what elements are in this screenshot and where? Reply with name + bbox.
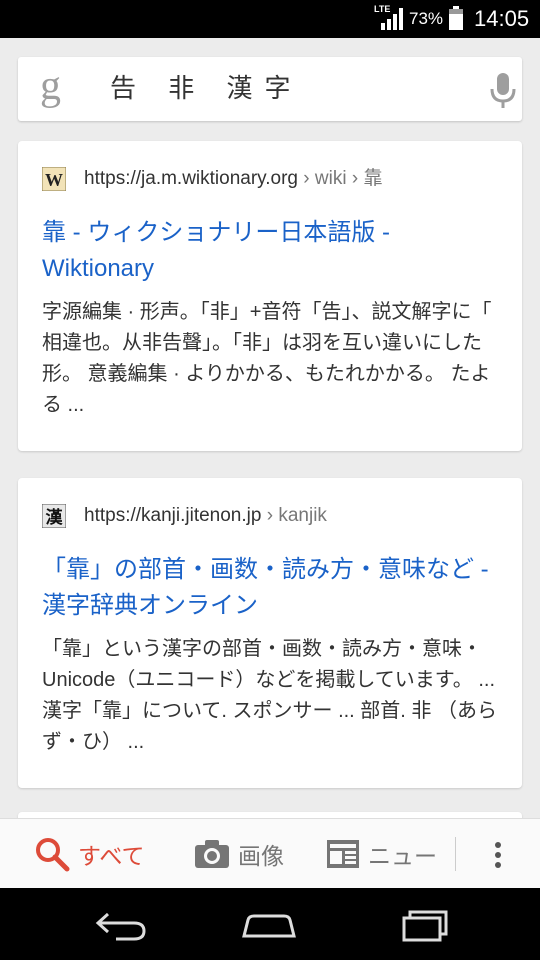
mic-icon[interactable] [488, 71, 518, 111]
google-g-icon[interactable]: g [40, 65, 61, 107]
kanji-favicon-icon: 漢 [42, 504, 66, 528]
battery-percent: 73% [409, 9, 444, 28]
battery-icon [449, 6, 463, 30]
wikipedia-w-icon: W [42, 167, 66, 191]
search-box[interactable]: g 告 非 漢字 [18, 57, 522, 121]
result-snippet: 字源編集 · 形声。「非」+音符「告」、説文解字に「 相違也。从非告聲」。「非」… [42, 301, 492, 416]
result-title-link[interactable]: 「靠」の部首・画数・読み方・意味など - 漢字辞典オンライン [42, 552, 502, 624]
result-snippet: 「靠」という漢字の部首・画数・読み方・意味・ Unicode（ユニコード）などを… [42, 638, 497, 753]
camera-icon [195, 840, 229, 868]
system-nav-bar [0, 888, 540, 960]
tab-divider [455, 837, 456, 871]
news-icon [327, 840, 359, 868]
search-result-card[interactable]: W https://ja.m.wiktionary.org › wiki › 靠… [18, 141, 522, 451]
search-result-card[interactable]: 漢 https://kanji.jitenon.jp › kanjik 「靠」の… [18, 478, 522, 788]
result-breadcrumb: › kanjik [261, 505, 327, 526]
home-icon[interactable] [234, 904, 304, 944]
tab-all[interactable]: すべて [34, 819, 144, 889]
back-icon[interactable] [86, 904, 156, 944]
result-breadcrumb: › wiki › 靠 [298, 168, 383, 189]
result-title-link[interactable]: 靠 - ウィクショナリー日本語版 - Wiktionary [42, 215, 502, 287]
recent-apps-icon[interactable] [386, 904, 456, 944]
status-bar: LTE 73% 14:05 [0, 0, 540, 38]
search-query[interactable]: 告 非 漢字 [110, 73, 303, 105]
search-tab-bar: すべて 画像 ニュー [0, 818, 540, 889]
overflow-menu-icon[interactable] [486, 841, 510, 869]
result-domain: https://ja.m.wiktionary.org [84, 168, 299, 189]
tab-news-label: ニュー [368, 843, 437, 869]
result-domain: https://kanji.jitenon.jp [84, 505, 262, 526]
tab-images[interactable]: 画像 [194, 819, 284, 889]
result-url[interactable]: https://ja.m.wiktionary.org › wiki › 靠 [84, 167, 382, 191]
tab-news[interactable]: ニュー [326, 819, 437, 889]
tab-all-label: すべて [78, 843, 145, 869]
tab-images-label: 画像 [238, 843, 284, 869]
result-url[interactable]: https://kanji.jitenon.jp › kanjik [84, 504, 327, 528]
svg-text:W: W [45, 170, 63, 190]
signal-icon [381, 8, 403, 30]
svg-text:漢: 漢 [46, 507, 64, 528]
search-icon [36, 838, 70, 872]
clock: 14:05 [474, 6, 530, 31]
